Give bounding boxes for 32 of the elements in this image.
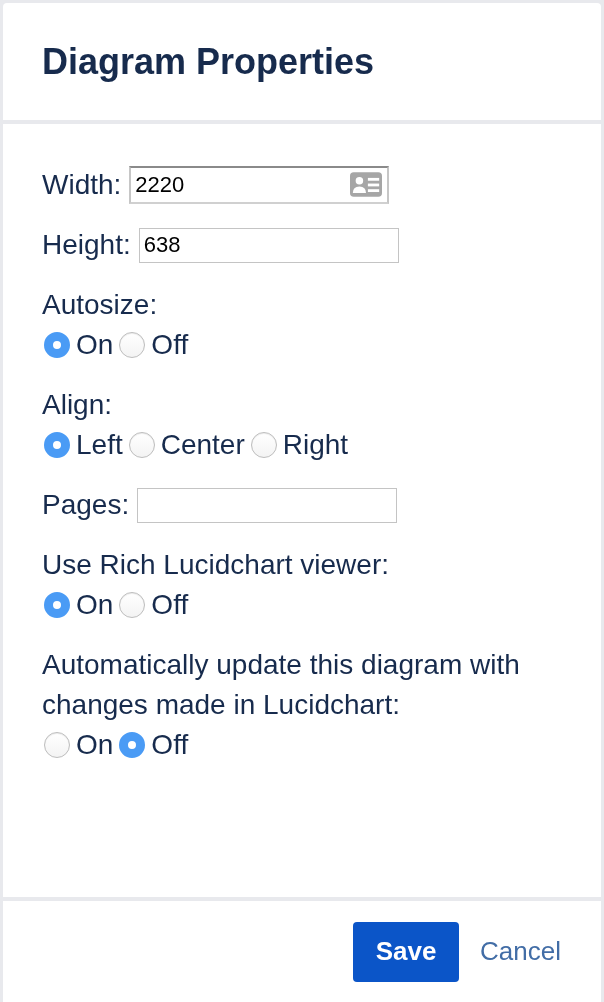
radio-button[interactable]	[128, 432, 155, 458]
radio-button[interactable]	[44, 732, 70, 758]
radio-label[interactable]: Left	[76, 425, 123, 465]
radio-label[interactable]: On	[76, 725, 114, 765]
field-label: Automatically update this diagram with changes made in Lucidchart:	[42, 648, 521, 722]
radio-label[interactable]: On	[76, 325, 114, 365]
field-label: Width:	[42, 168, 122, 202]
radio-button[interactable]	[119, 592, 146, 618]
text-field[interactable]	[137, 487, 398, 523]
radio-label[interactable]: Off	[151, 325, 189, 365]
text-field[interactable]: 638	[138, 227, 399, 263]
dialog-title: Diagram Properties	[42, 40, 375, 83]
field-label: Align:	[42, 388, 114, 422]
field-label: Use Rich Lucidchart viewer:	[42, 548, 391, 582]
radio-button[interactable]	[119, 332, 146, 358]
radio-label[interactable]: Off	[151, 585, 189, 625]
radio-button[interactable]	[250, 432, 277, 458]
radio-label[interactable]: Right	[282, 425, 349, 465]
contact-card-icon[interactable]	[350, 172, 383, 197]
radio-button[interactable]	[119, 732, 146, 758]
field-label: Height:	[42, 228, 131, 262]
radio-button[interactable]	[44, 332, 70, 358]
text-field[interactable]: 2220	[129, 166, 390, 204]
radio-label[interactable]: Off	[151, 725, 189, 765]
save-button[interactable]: Save	[353, 921, 460, 982]
radio-button[interactable]	[44, 592, 70, 618]
field-label: Pages:	[42, 488, 130, 522]
radio-label[interactable]: Center	[160, 425, 245, 465]
radio-label[interactable]: On	[76, 585, 114, 625]
field-label: Autosize:	[42, 288, 159, 322]
radio-button[interactable]	[44, 432, 70, 458]
cancel-link[interactable]: Cancel	[480, 936, 561, 967]
